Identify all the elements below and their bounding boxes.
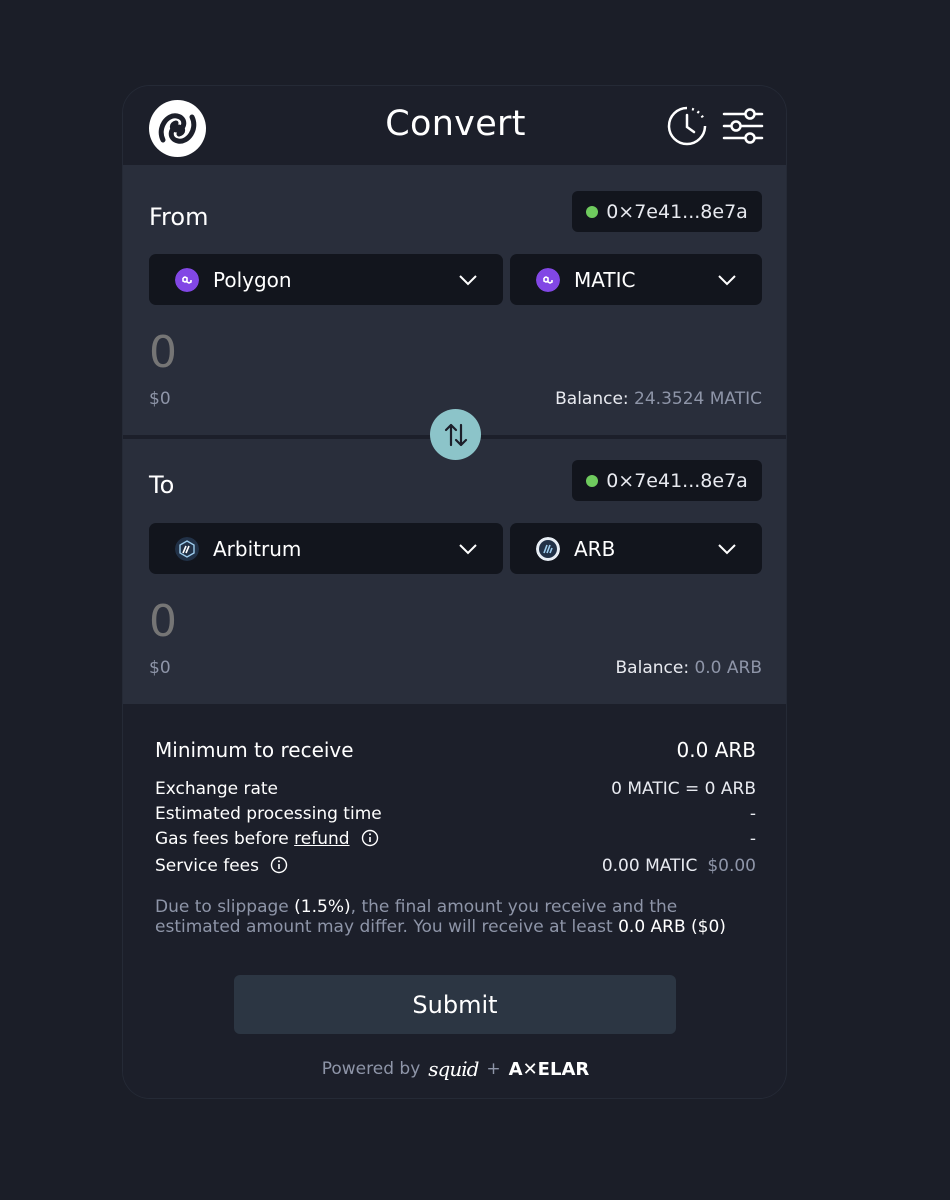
to-token-label: ARB bbox=[574, 536, 616, 561]
note-amount: 0.0 ARB ($0) bbox=[618, 917, 726, 937]
from-chain-select[interactable]: Polygon bbox=[149, 254, 503, 305]
note-prefix: Due to slippage bbox=[155, 897, 289, 917]
to-balance-label: Balance: bbox=[615, 658, 690, 678]
to-balance-value: 0.0 ARB bbox=[694, 658, 762, 678]
header: Convert bbox=[123, 86, 786, 165]
refund-link[interactable]: refund bbox=[294, 829, 349, 849]
from-balance-value: 24.3524 MATIC bbox=[634, 389, 762, 409]
chevron-down-icon bbox=[459, 543, 477, 554]
processing-time-row: Estimated processing time - bbox=[155, 804, 756, 824]
from-chain-label: Polygon bbox=[213, 267, 292, 292]
chevron-down-icon bbox=[459, 274, 477, 285]
from-balance-label: Balance: bbox=[555, 389, 629, 409]
to-chain-select[interactable]: Arbitrum bbox=[149, 523, 503, 574]
minimum-receive-row: Minimum to receive 0.0 ARB bbox=[155, 738, 756, 762]
minimum-receive-value: 0.0 ARB bbox=[676, 738, 756, 762]
to-balance: Balance: 0.0 ARB bbox=[616, 658, 762, 678]
gas-fees-label-group: Gas fees before refund bbox=[155, 829, 379, 849]
to-token-select[interactable]: ARB bbox=[510, 523, 762, 574]
swap-direction-button[interactable] bbox=[430, 409, 481, 460]
note-slippage: (1.5%) bbox=[294, 897, 351, 917]
from-balance: Balance: 24.3524 MATIC bbox=[555, 389, 762, 409]
connected-dot-icon bbox=[586, 205, 599, 218]
info-icon[interactable] bbox=[270, 856, 288, 874]
chevron-down-icon bbox=[718, 274, 736, 285]
swap-arrows-icon bbox=[444, 423, 467, 446]
to-chain-label: Arbitrum bbox=[213, 536, 302, 561]
transaction-details: Minimum to receive 0.0 ARB Exchange rate… bbox=[123, 704, 786, 1098]
squid-brand-logo: squid bbox=[428, 1057, 479, 1081]
to-address-text: 0×7e41...8e7a bbox=[606, 469, 748, 492]
service-fees-label-group: Service fees bbox=[155, 856, 288, 876]
service-fees-row: Service fees 0.00 MATIC $0.00 bbox=[155, 856, 756, 876]
service-fees-label: Service fees bbox=[155, 856, 259, 876]
to-panel: To 0×7e41...8e7a Arbitrum ARB $0 bbox=[123, 439, 786, 704]
polygon-icon bbox=[175, 267, 199, 292]
from-panel: From 0×7e41...8e7a Polygon MATIC $0 bbox=[123, 165, 786, 435]
convert-card: Convert From 0×7e41...8e7a Polygon MATIC… bbox=[122, 85, 787, 1099]
sliders-settings-icon[interactable] bbox=[722, 105, 764, 147]
submit-button[interactable]: Submit bbox=[234, 975, 676, 1034]
from-usd-value: $0 bbox=[149, 389, 171, 409]
to-wallet-address[interactable]: 0×7e41...8e7a bbox=[572, 460, 762, 501]
minimum-receive-label: Minimum to receive bbox=[155, 738, 354, 762]
from-label: From bbox=[149, 203, 209, 231]
from-amount-input[interactable] bbox=[149, 327, 449, 378]
info-icon[interactable] bbox=[361, 829, 379, 847]
arbitrum-icon bbox=[175, 536, 199, 561]
service-fees-usd: $0.00 bbox=[707, 856, 756, 876]
powered-by-text: Powered by bbox=[321, 1059, 421, 1079]
exchange-rate-value: 0 MATIC = 0 ARB bbox=[611, 779, 756, 799]
plus-sign: + bbox=[486, 1059, 501, 1079]
from-wallet-address[interactable]: 0×7e41...8e7a bbox=[572, 191, 762, 232]
exchange-rate-label: Exchange rate bbox=[155, 779, 279, 799]
from-token-select[interactable]: MATIC bbox=[510, 254, 762, 305]
matic-icon bbox=[536, 267, 560, 292]
powered-by-footer: Powered by squid + A✕ELAR bbox=[123, 1057, 786, 1081]
from-token-label: MATIC bbox=[574, 267, 636, 292]
history-clock-icon[interactable] bbox=[666, 105, 708, 147]
axelar-brand-logo: A✕ELAR bbox=[508, 1058, 590, 1080]
connected-dot-icon bbox=[586, 474, 599, 487]
processing-time-value: - bbox=[749, 804, 756, 824]
service-fees-value: 0.00 MATIC bbox=[601, 856, 698, 876]
from-address-text: 0×7e41...8e7a bbox=[606, 200, 748, 223]
to-usd-value: $0 bbox=[149, 658, 171, 678]
gas-fees-value: - bbox=[749, 829, 756, 849]
service-fees-value-group: 0.00 MATIC $0.00 bbox=[602, 856, 756, 876]
exchange-rate-row: Exchange rate 0 MATIC = 0 ARB bbox=[155, 779, 756, 799]
to-label: To bbox=[149, 471, 175, 499]
to-amount-input[interactable] bbox=[149, 596, 449, 647]
gas-fees-label: Gas fees before bbox=[155, 829, 289, 849]
processing-time-label: Estimated processing time bbox=[155, 804, 382, 824]
slippage-note: Due to slippage (1.5%), the final amount… bbox=[155, 897, 756, 937]
chevron-down-icon bbox=[718, 543, 736, 554]
gas-fees-row: Gas fees before refund - bbox=[155, 829, 756, 849]
arb-token-icon bbox=[536, 536, 560, 561]
